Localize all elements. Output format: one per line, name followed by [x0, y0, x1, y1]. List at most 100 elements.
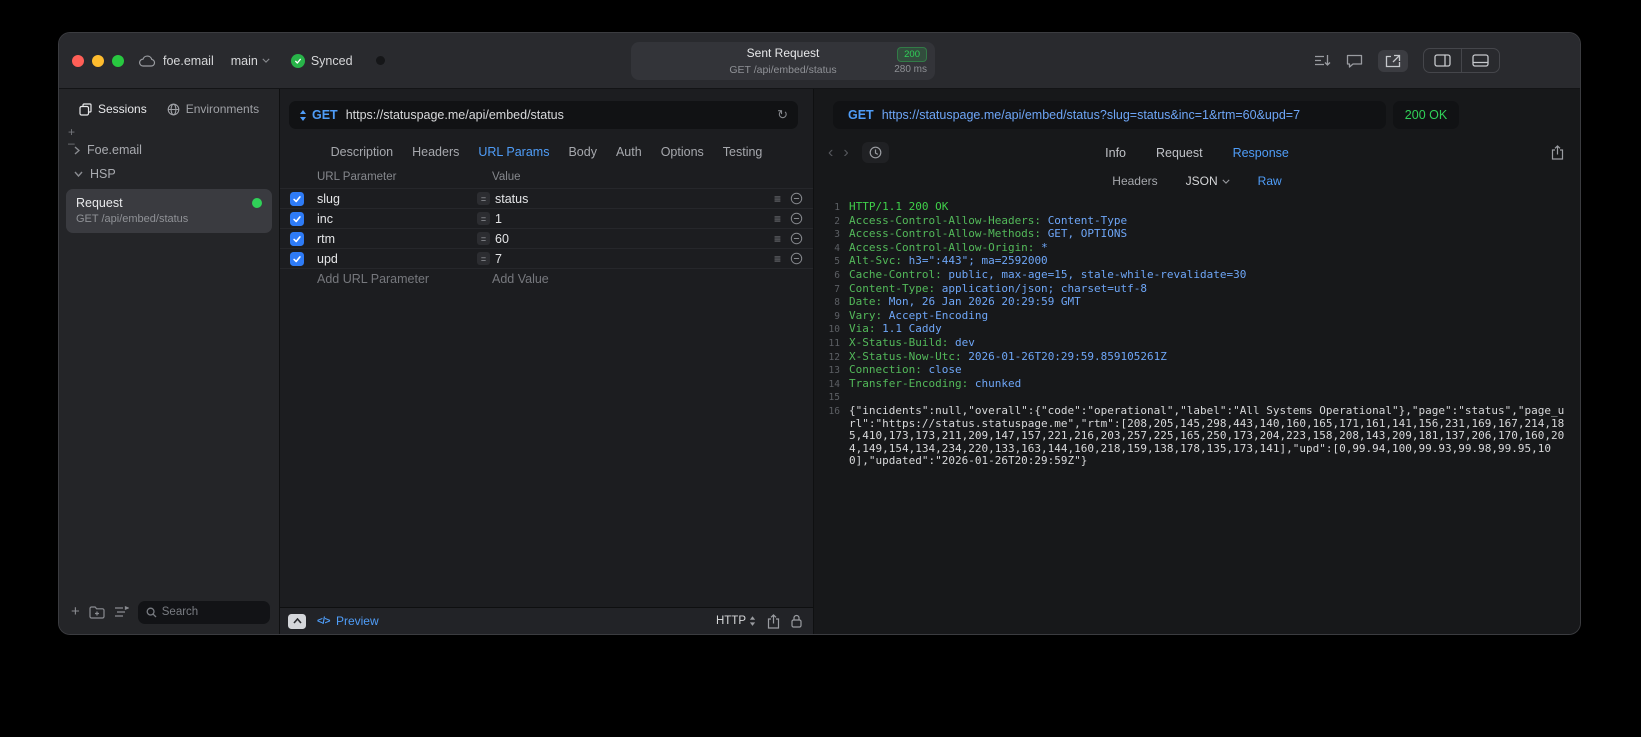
row-remove-icon[interactable] [790, 252, 803, 265]
param-key[interactable]: inc [317, 212, 477, 226]
tree-item-hsp[interactable]: HSP [59, 162, 279, 186]
chevron-down-icon [74, 171, 83, 177]
request-method[interactable]: GET [312, 108, 338, 122]
line-content: Connection: close [849, 363, 962, 377]
history-icon-button[interactable] [861, 142, 889, 163]
request-tab-headers[interactable]: Headers [412, 145, 459, 159]
row-options-icon[interactable]: ≡ [774, 212, 781, 226]
app-window: foe.email main Synced Sent Request 200 G… [59, 33, 1580, 634]
row-options-icon[interactable]: ≡ [774, 252, 781, 266]
branch-selector[interactable]: main [231, 54, 270, 68]
request-footer: </> Preview HTTP [280, 607, 813, 634]
row-options-icon[interactable]: ≡ [774, 232, 781, 246]
toggle-right-sidebar-button[interactable] [1424, 49, 1461, 72]
request-tab-options[interactable]: Options [661, 145, 704, 159]
line-content: Access-Control-Allow-Origin: * [849, 240, 1048, 254]
preview-button[interactable]: </> Preview [317, 614, 379, 628]
param-key[interactable]: rtm [317, 232, 477, 246]
line-number: 10 [828, 324, 840, 336]
method-selector-icon[interactable] [299, 109, 307, 121]
param-row: rtm = 60 ≡ [280, 229, 813, 249]
line-number: 5 [834, 256, 840, 268]
sidebar-tab-sessions[interactable]: Sessions [79, 102, 147, 116]
export-icon[interactable] [1551, 145, 1564, 160]
row-remove-icon[interactable] [790, 232, 803, 245]
param-checkbox[interactable] [290, 231, 304, 246]
export-response-icon[interactable] [1378, 49, 1408, 72]
request-tab-testing[interactable]: Testing [723, 145, 763, 159]
response-body[interactable]: 1 HTTP/1.1 200 OK 2 Access-Control-Allow-He… [814, 194, 1580, 634]
sync-status[interactable]: Synced [290, 53, 353, 68]
response-subtab-raw[interactable]: Raw [1258, 174, 1282, 188]
response-tab-response[interactable]: Response [1233, 146, 1289, 160]
url-params-table: URL Parameter Value slug = status ≡ inc = 1 ≡ rt… [280, 167, 813, 607]
lock-icon[interactable] [791, 614, 802, 628]
response-tab-request[interactable]: Request [1156, 146, 1203, 160]
toggle-bottom-panel-button[interactable] [1461, 49, 1499, 72]
response-subtabs: Headers JSON Raw [814, 168, 1580, 194]
param-key[interactable]: slug [317, 192, 477, 206]
protocol-selector[interactable]: HTTP [716, 615, 756, 627]
new-request-button[interactable]: + [71, 604, 80, 619]
row-options-icon[interactable]: ≡ [774, 192, 781, 206]
response-line: 6 Cache-Control: public, max-age=15, stal… [818, 268, 1566, 283]
tree-item-foe-email[interactable]: Foe.email [59, 138, 279, 162]
tree-item-label: HSP [90, 167, 116, 181]
param-checkbox[interactable] [290, 251, 304, 266]
globe-icon [167, 103, 180, 116]
toggle-console-button[interactable] [288, 613, 306, 629]
response-tab-info[interactable]: Info [1105, 146, 1126, 160]
line-content: X-Status-Build: dev [849, 335, 975, 349]
param-value[interactable]: = status [477, 192, 528, 206]
line-content: X-Status-Now-Utc: 2026-01-26T20:29:59.85… [849, 349, 1167, 363]
row-remove-icon[interactable] [790, 212, 803, 225]
request-tab-auth[interactable]: Auth [616, 145, 642, 159]
project-name[interactable]: foe.email [163, 54, 214, 68]
sidebar: Sessions Environments + – Foe.email HSP … [59, 89, 280, 634]
request-tab-url-params[interactable]: URL Params [478, 145, 549, 159]
sidebar-tab-environments[interactable]: Environments [167, 102, 259, 116]
share-icon[interactable] [767, 613, 780, 629]
sent-request-summary[interactable]: Sent Request 200 GET /api/embed/status 2… [631, 42, 935, 80]
zoom-window-button[interactable] [112, 54, 124, 67]
equals-icon: = [477, 252, 490, 265]
row-remove-icon[interactable] [790, 192, 803, 205]
response-subtab-json[interactable]: JSON [1186, 174, 1230, 188]
param-key[interactable]: upd [317, 252, 477, 266]
response-line: 14 Transfer-Encoding: chunked [818, 377, 1566, 392]
request-tab-body[interactable]: Body [568, 145, 597, 159]
param-value[interactable]: = 60 [477, 232, 509, 246]
minimize-window-button[interactable] [92, 54, 104, 67]
param-value[interactable]: = 1 [477, 212, 502, 226]
param-checkbox[interactable] [290, 211, 304, 226]
add-param-key-placeholder[interactable]: Add URL Parameter [317, 272, 429, 286]
resend-icon[interactable]: ↻ [777, 107, 788, 123]
response-method: GET [848, 108, 874, 122]
sort-filter-icon[interactable] [1314, 54, 1331, 67]
add-param-row[interactable]: Add URL Parameter Add Value [280, 269, 813, 289]
line-number: 2 [834, 215, 840, 227]
add-param-value-placeholder[interactable]: Add Value [492, 272, 549, 286]
list-view-icon[interactable] [114, 606, 129, 618]
remove-item-button[interactable]: – [68, 137, 75, 149]
request-list-item-selected[interactable]: Request GET /api/embed/status [66, 189, 272, 233]
request-tab-description[interactable]: Description [331, 145, 394, 159]
response-line: 8 Date: Mon, 26 Jan 2026 20:29:59 GMT [818, 295, 1566, 310]
request-url-bar[interactable]: GET https://statuspage.me/api/embed/stat… [289, 101, 798, 129]
response-subtab-headers[interactable]: Headers [1112, 174, 1157, 188]
response-line: 9 Vary: Accept-Encoding [818, 309, 1566, 324]
new-folder-icon[interactable] [89, 605, 105, 619]
search-input[interactable] [161, 606, 262, 618]
param-value[interactable]: = 7 [477, 252, 502, 266]
history-back-button[interactable]: ‹ [824, 144, 837, 162]
response-url: https://statuspage.me/api/embed/status?s… [881, 108, 1301, 122]
response-line: 1 HTTP/1.1 200 OK [818, 200, 1566, 215]
sync-status-label: Synced [310, 53, 353, 68]
close-window-button[interactable] [72, 54, 84, 67]
comment-icon[interactable] [1346, 54, 1363, 68]
request-url[interactable]: https://statuspage.me/api/embed/status [346, 108, 564, 122]
history-forward-button[interactable]: › [839, 144, 852, 162]
param-checkbox[interactable] [290, 191, 304, 206]
sidebar-search[interactable] [137, 600, 270, 624]
response-line: 5 Alt-Svc: h3=":443"; ma=2592000 [818, 255, 1566, 269]
